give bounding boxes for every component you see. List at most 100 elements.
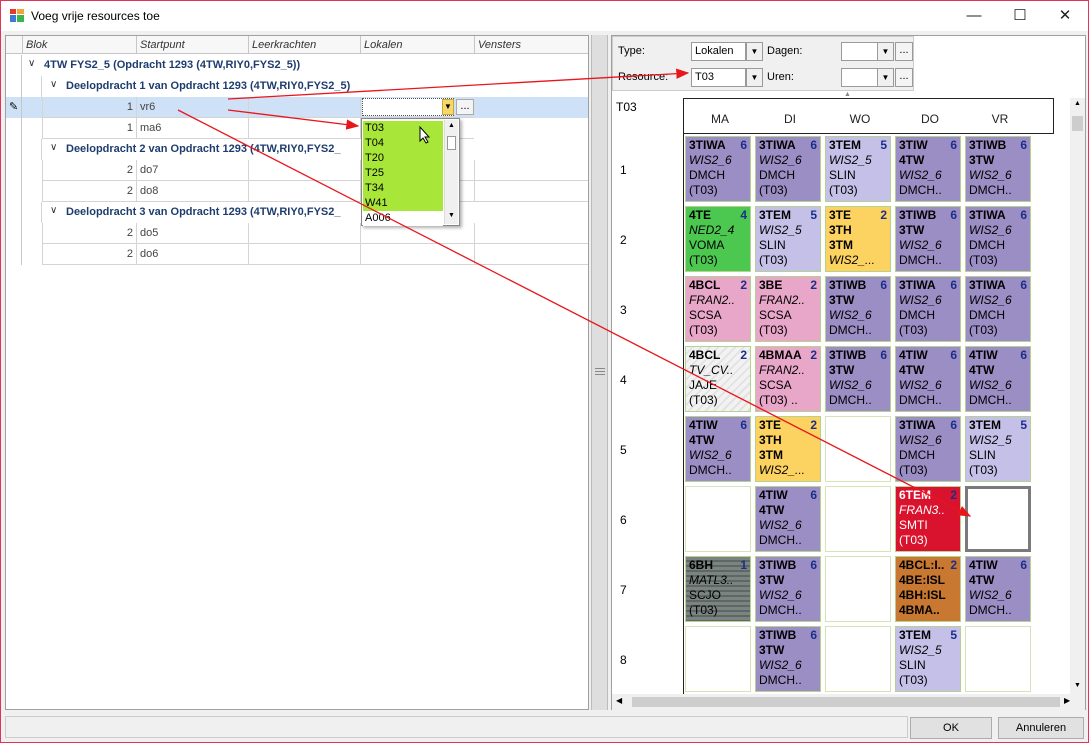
scroll-down-icon[interactable]: ▼	[448, 212, 455, 219]
startpunt-cell[interactable]: do6	[136, 244, 248, 265]
lesson-cell[interactable]: 3TIWA WIS2_6 DMCH (T03) 6	[755, 136, 821, 202]
empty-slot[interactable]	[685, 626, 751, 692]
subgroup-row[interactable]: ∨ Deelopdracht 1 van Opdracht 1293 (4TW,…	[6, 76, 588, 97]
blok-cell[interactable]: 2	[42, 223, 136, 244]
days-dropdown-button[interactable]: ▼	[877, 42, 894, 61]
table-row[interactable]: 2 do7	[6, 160, 588, 181]
col-header-blok[interactable]: Blok	[22, 36, 136, 54]
list-item[interactable]: W41	[363, 196, 443, 211]
empty-slot[interactable]	[685, 486, 751, 552]
chevron-down-icon[interactable]: ∨	[50, 142, 57, 153]
lesson-cell[interactable]: 3TIWA WIS2_6 DMCH (T03) 6	[965, 206, 1031, 272]
leerkrachten-cell[interactable]	[248, 223, 360, 244]
list-item[interactable]: T20	[363, 151, 443, 166]
lesson-cell[interactable]: 4TE NED2_4 VOMA (T03) 4	[685, 206, 751, 272]
subgroup-row[interactable]: ∨ Deelopdracht 2 van Opdracht 1293 (4TW,…	[6, 139, 588, 160]
blok-cell[interactable]: 2	[42, 160, 136, 181]
lokalen-cell[interactable]	[360, 223, 474, 244]
chevron-down-icon[interactable]: ∨	[50, 79, 57, 90]
scroll-up-icon[interactable]: ▲	[1074, 100, 1081, 107]
blok-cell[interactable]: 1	[42, 97, 136, 118]
lesson-cell[interactable]: 4TIW 4TW WIS2_6 DMCH.. 6	[965, 556, 1031, 622]
empty-slot[interactable]	[965, 626, 1031, 692]
scroll-thumb[interactable]	[1072, 116, 1083, 131]
lesson-cell[interactable]: 4BMAA FRAN2.. SCSA (T03) .. 2	[755, 346, 821, 412]
lokalen-ellipsis-button[interactable]: ...	[456, 99, 474, 115]
cancel-button[interactable]: Annuleren	[998, 717, 1084, 739]
lesson-cell[interactable]: 3TIWB 3TW WIS2_6 DMCH.. 6	[755, 556, 821, 622]
lesson-cell[interactable]: 3BE FRAN2.. SCSA (T03) 2	[755, 276, 821, 342]
dropdown-scrollbar[interactable]: ▲ ▼	[444, 120, 458, 224]
lesson-cell[interactable]: 6TEM FRAN3.. SMTI (T03) 2	[895, 486, 961, 552]
lokalen-dropdown-list[interactable]: T03 T04 T20 T25 T34 W41 A006 ▲ ▼	[361, 118, 460, 226]
list-item[interactable]: A006	[363, 211, 443, 226]
startpunt-cell[interactable]: ma6	[136, 118, 248, 139]
lesson-cell[interactable]: 6BH MATL3.. SCJO (T03) 1	[685, 556, 751, 622]
empty-slot[interactable]	[825, 556, 891, 622]
hours-select[interactable]	[841, 68, 879, 87]
lesson-cell[interactable]: 3TIWB 3TW WIS2_6 DMCH.. 6	[825, 346, 891, 412]
timetable-vertical-scrollbar[interactable]: ▲ ▼	[1070, 98, 1085, 694]
lesson-cell[interactable]: 3TIWA WIS2_6 DMCH (T03) 6	[685, 136, 751, 202]
lesson-cell[interactable]: 3TEM WIS2_5 SLIN (T03) 5	[965, 416, 1031, 482]
lokalen-combo-input[interactable]	[362, 98, 454, 116]
leerkrachten-cell[interactable]	[248, 160, 360, 181]
lesson-cell[interactable]: 4BCL TV_CV.. JAJE (T03) 2	[685, 346, 751, 412]
scroll-right-icon[interactable]: ▶	[1064, 696, 1070, 705]
leerkrachten-cell[interactable]	[248, 181, 360, 202]
close-button[interactable]: ✕	[1042, 1, 1088, 31]
lesson-cell[interactable]: 4TIW 4TW WIS2_6 DMCH.. 6	[965, 346, 1031, 412]
subgroup-row[interactable]: ∨ Deelopdracht 3 van Opdracht 1293 (4TW,…	[6, 202, 588, 223]
scroll-down-icon[interactable]: ▼	[1074, 682, 1081, 689]
startpunt-cell[interactable]: vr6	[136, 97, 248, 118]
selected-empty-slot[interactable]	[965, 486, 1031, 552]
lesson-cell[interactable]: 3TIWB 3TW WIS2_6 DMCH.. 6	[895, 206, 961, 272]
leerkrachten-cell[interactable]	[248, 244, 360, 265]
group-row[interactable]: ∨ 4TW FYS2_5 (Opdracht 1293 (4TW,RIY0,FY…	[6, 55, 588, 76]
table-row[interactable]: ✎ 1 vr6 ▼ ...	[6, 97, 588, 118]
resource-dropdown-button[interactable]: ▼	[746, 68, 763, 87]
lesson-cell[interactable]: 3TIWA WIS2_6 DMCH (T03) 6	[895, 416, 961, 482]
list-item[interactable]: T34	[363, 181, 443, 196]
scroll-thumb[interactable]	[447, 136, 456, 150]
minimize-button[interactable]: —	[951, 1, 997, 31]
lesson-cell[interactable]: 3TIWB 3TW WIS2_6 DMCH.. 6	[965, 136, 1031, 202]
vensters-cell[interactable]	[474, 223, 588, 244]
days-ellipsis-button[interactable]: ...	[895, 42, 913, 61]
col-header-lokalen[interactable]: Lokalen	[360, 36, 474, 54]
chevron-down-icon[interactable]: ∨	[50, 205, 57, 216]
lokalen-dropdown-button[interactable]: ▼	[442, 99, 454, 115]
lesson-cell[interactable]: 4TIW 4TW WIS2_6 DMCH.. 6	[685, 416, 751, 482]
lesson-cell[interactable]: 4TIW 4TW WIS2_6 DMCH.. 6	[755, 486, 821, 552]
scroll-thumb[interactable]	[632, 697, 1060, 707]
timetable-horizontal-scrollbar[interactable]: ◀ ▶	[612, 694, 1085, 710]
type-dropdown-button[interactable]: ▼	[746, 42, 763, 61]
leerkrachten-cell[interactable]	[248, 118, 360, 139]
lokalen-cell[interactable]	[360, 244, 474, 265]
empty-slot[interactable]	[825, 486, 891, 552]
maximize-button[interactable]: ☐	[997, 1, 1043, 31]
lesson-cell[interactable]: 3TEM WIS2_5 SLIN (T03) 5	[755, 206, 821, 272]
ok-button[interactable]: OK	[910, 717, 992, 739]
startpunt-cell[interactable]: do7	[136, 160, 248, 181]
lesson-cell[interactable]: 3TIWA WIS2_6 DMCH (T03) 6	[965, 276, 1031, 342]
lesson-cell[interactable]: 4BCL:I.. 4BE:ISL 4BH:ISL 4BMA.. 2	[895, 556, 961, 622]
col-header-leerkrachten[interactable]: Leerkrachten	[248, 36, 360, 54]
startpunt-cell[interactable]: do8	[136, 181, 248, 202]
lesson-cell[interactable]: 3TEM WIS2_5 SLIN (T03) 5	[895, 626, 961, 692]
vensters-cell[interactable]	[474, 181, 588, 202]
vensters-cell[interactable]	[474, 244, 588, 265]
hours-ellipsis-button[interactable]: ...	[895, 68, 913, 87]
lesson-cell[interactable]: 3TIW 4TW WIS2_6 DMCH.. 6	[895, 136, 961, 202]
scroll-up-icon[interactable]: ▲	[448, 122, 455, 129]
collapse-filter-icon[interactable]: ▲	[844, 91, 851, 98]
lesson-cell[interactable]: 4TIW 4TW WIS2_6 DMCH.. 6	[895, 346, 961, 412]
lesson-cell[interactable]: 3TIWA WIS2_6 DMCH (T03) 6	[895, 276, 961, 342]
blok-cell[interactable]: 2	[42, 181, 136, 202]
vensters-cell[interactable]	[474, 160, 588, 181]
empty-slot[interactable]	[825, 626, 891, 692]
table-row[interactable]: 2 do6	[6, 244, 588, 265]
empty-slot[interactable]	[825, 416, 891, 482]
resource-select[interactable]: T03	[691, 68, 746, 87]
list-item[interactable]: T04	[363, 136, 443, 151]
